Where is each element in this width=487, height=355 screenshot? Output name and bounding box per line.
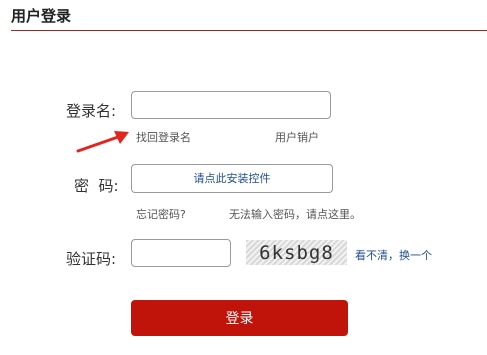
- username-label: 登录名:: [66, 102, 117, 120]
- captcha-text: 6ksbg8: [259, 241, 334, 264]
- red-arrow-icon: [76, 131, 129, 153]
- forgot-password-link[interactable]: 忘记密码?: [136, 206, 186, 222]
- captcha-image[interactable]: 6ksbg8: [246, 240, 347, 265]
- cannot-input-password-link[interactable]: 无法输入密码，请点这里。: [229, 206, 361, 222]
- install-control-button[interactable]: 请点此安装控件: [131, 164, 333, 193]
- page-title: 用户登录: [11, 7, 72, 25]
- captcha-label: 验证码:: [66, 250, 117, 268]
- captcha-input[interactable]: [131, 239, 231, 267]
- cancel-account-link[interactable]: 用户销户: [275, 129, 319, 145]
- username-input[interactable]: [131, 91, 331, 119]
- header-divider: [11, 30, 487, 31]
- refresh-captcha-link[interactable]: 看不清，换一个: [355, 247, 432, 263]
- login-button[interactable]: 登录: [131, 300, 348, 336]
- password-label: 密 码:: [74, 177, 119, 195]
- find-login-name-link[interactable]: 找回登录名: [136, 129, 191, 145]
